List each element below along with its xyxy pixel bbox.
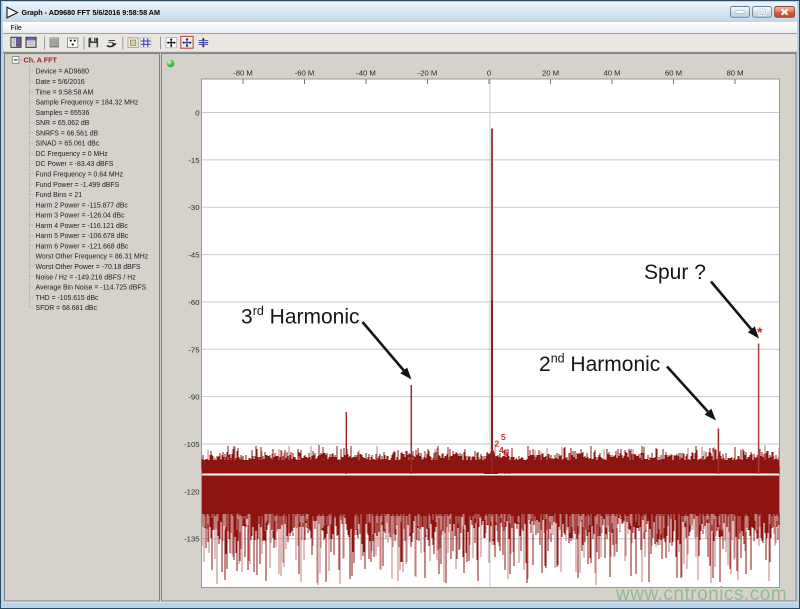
svg-text:-60: -60 [188,298,199,307]
svg-text:File: File [11,25,22,32]
svg-text:SNRFS = 66.561 dB: SNRFS = 66.561 dB [36,130,99,137]
svg-text:-105: -105 [184,440,199,449]
svg-text:Harm 6 Power = -121.668 dBc: Harm 6 Power = -121.668 dBc [36,244,129,251]
svg-text:Harm 4 Power = -116.121 dBc: Harm 4 Power = -116.121 dBc [36,223,129,230]
svg-text:SFDR = 68.681 dBc: SFDR = 68.681 dBc [36,305,98,312]
svg-text:40 M: 40 M [603,69,620,78]
svg-text:-80 M: -80 M [233,69,253,78]
svg-text:DC Power = -83.43 dBFS: DC Power = -83.43 dBFS [36,161,114,168]
svg-text:-90: -90 [188,393,199,402]
svg-text:Worst Other Power = -70.18 dBF: Worst Other Power = -70.18 dBFS [36,264,141,271]
svg-text:Spur ?: Spur ? [644,261,706,284]
svg-text:5: 5 [501,432,506,442]
svg-text:-60 M: -60 M [295,69,315,78]
svg-text:-30: -30 [188,203,199,212]
svg-text:-40 M: -40 M [356,69,376,78]
svg-text:Harm 3 Power = -126.04 dBc: Harm 3 Power = -126.04 dBc [36,213,126,220]
svg-text:Fund Power = -1.499 dBFS: Fund Power = -1.499 dBFS [36,182,120,189]
svg-text:Worst Other Frequency = 86.31: Worst Other Frequency = 86.31 MHz [36,254,149,261]
svg-text:SNR = 65.062 dB: SNR = 65.062 dB [36,120,90,127]
svg-text:Graph - AD9680 FFT 5/6/2016 9:: Graph - AD9680 FFT 5/6/2016 9:58:58 AM [22,8,160,17]
svg-text:Device = AD9680: Device = AD9680 [36,69,90,76]
svg-text:-120: -120 [184,487,199,496]
svg-text:SINAD = 65.061 dBc: SINAD = 65.061 dBc [36,141,100,148]
svg-text:80 M: 80 M [726,69,743,78]
svg-text:-45: -45 [188,251,199,260]
svg-text:20 M: 20 M [542,69,559,78]
svg-text:Harm 5 Power = -106.678 dBc: Harm 5 Power = -106.678 dBc [36,233,129,240]
svg-text:60 M: 60 M [665,69,682,78]
svg-text:THD = -105.615 dBc: THD = -105.615 dBc [36,295,100,302]
svg-text:Harm 2 Power = -115.877 dBc: Harm 2 Power = -115.877 dBc [36,202,129,209]
svg-text:6: 6 [503,448,508,458]
svg-text:-135: -135 [184,535,199,544]
svg-text:0: 0 [195,109,199,118]
svg-text:Sample Frequency = 184.32 MHz: Sample Frequency = 184.32 MHz [36,100,139,107]
svg-text:Samples = 65536: Samples = 65536 [36,110,90,117]
svg-text:Average Bin Noise = -114.725 d: Average Bin Noise = -114.725 dBFS [36,285,147,292]
svg-text:0: 0 [487,69,491,78]
svg-text:www.cntronics.com: www.cntronics.com [615,584,787,605]
svg-text:Fund Bins = 21: Fund Bins = 21 [36,192,83,199]
svg-text:DC Frequency = 0 MHz: DC Frequency = 0 MHz [36,151,109,158]
svg-text:Noise / Hz = -149.216 dBFS / H: Noise / Hz = -149.216 dBFS / Hz [36,274,137,281]
svg-text:Fund Frequency = 0.64 MHz: Fund Frequency = 0.64 MHz [36,172,124,179]
svg-text:Time = 9:58:58 AM: Time = 9:58:58 AM [36,89,94,96]
svg-text:-75: -75 [188,345,199,354]
svg-text:Ch. A FFT: Ch. A FFT [24,56,58,65]
svg-text:-20 M: -20 M [418,69,438,78]
svg-text:-15: -15 [188,156,199,165]
svg-text:Date = 5/6/2016: Date = 5/6/2016 [36,79,85,86]
